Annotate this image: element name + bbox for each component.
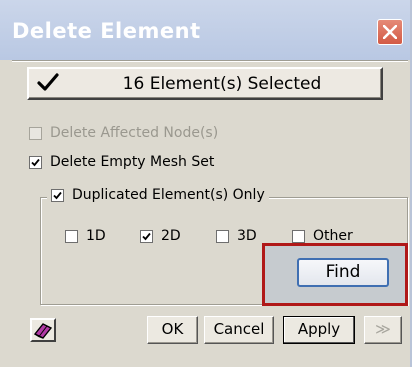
delete-affected-nodes-row: Delete Affected Node(s) bbox=[29, 125, 218, 141]
type-1d-label: 1D bbox=[86, 228, 106, 244]
type-other-checkbox[interactable] bbox=[292, 229, 305, 243]
type-2d-checkbox[interactable] bbox=[140, 229, 153, 243]
check-icon bbox=[37, 73, 59, 97]
type-other-row: Other bbox=[292, 228, 353, 244]
eraser-button[interactable] bbox=[30, 318, 56, 342]
checkmark-icon bbox=[53, 191, 62, 199]
cancel-button[interactable]: Cancel bbox=[204, 316, 274, 344]
delete-affected-nodes-label: Delete Affected Node(s) bbox=[50, 125, 219, 141]
delete-empty-mesh-set-checkbox[interactable] bbox=[29, 155, 42, 169]
title-bar[interactable]: Delete Element bbox=[0, 0, 410, 60]
type-1d-row: 1D bbox=[65, 228, 106, 244]
dialog-title: Delete Element bbox=[12, 19, 201, 43]
type-1d-checkbox[interactable] bbox=[65, 229, 78, 243]
type-2d-label: 2D bbox=[161, 228, 181, 244]
more-button[interactable]: ≫ bbox=[364, 316, 402, 344]
type-3d-label: 3D bbox=[237, 228, 257, 244]
eraser-icon bbox=[33, 323, 53, 339]
delete-element-dialog: Delete Element 16 Element(s) Selected De… bbox=[0, 0, 412, 367]
ok-button[interactable]: OK bbox=[147, 316, 198, 344]
type-2d-row: 2D bbox=[140, 228, 181, 244]
type-other-label: Other bbox=[313, 228, 353, 244]
title-separator bbox=[12, 60, 408, 62]
delete-empty-mesh-set-row: Delete Empty Mesh Set bbox=[29, 154, 214, 170]
find-button[interactable]: Find bbox=[297, 258, 389, 287]
apply-button[interactable]: Apply bbox=[283, 316, 355, 344]
checkmark-icon bbox=[142, 232, 151, 240]
duplicated-only-row: Duplicated Element(s) Only bbox=[47, 187, 269, 203]
selected-count-label: 16 Element(s) Selected bbox=[122, 74, 322, 94]
delete-affected-nodes-checkbox[interactable] bbox=[29, 126, 42, 140]
selected-elements-button[interactable]: 16 Element(s) Selected bbox=[27, 67, 383, 100]
type-3d-checkbox[interactable] bbox=[216, 229, 229, 243]
type-3d-row: 3D bbox=[216, 228, 257, 244]
duplicated-only-checkbox[interactable] bbox=[51, 188, 64, 202]
close-icon bbox=[383, 25, 397, 39]
checkmark-icon bbox=[31, 158, 40, 166]
close-button[interactable] bbox=[377, 19, 403, 45]
delete-empty-mesh-set-label: Delete Empty Mesh Set bbox=[50, 154, 215, 170]
duplicated-only-label: Duplicated Element(s) Only bbox=[72, 187, 265, 203]
